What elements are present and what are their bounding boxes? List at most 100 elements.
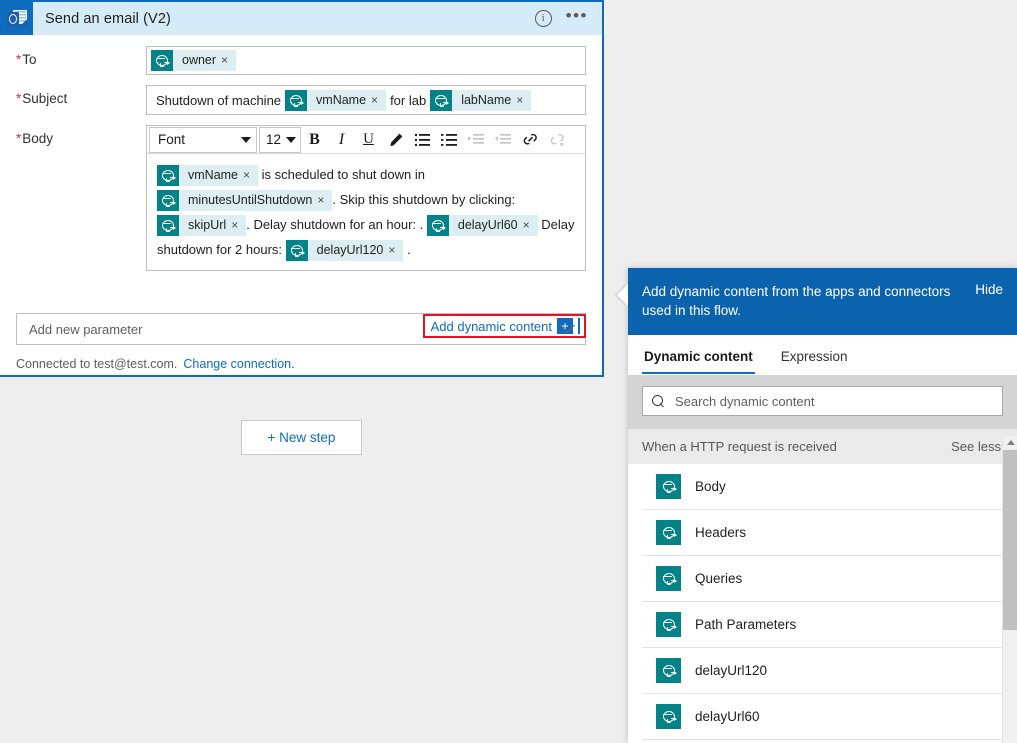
dynamic-content-icon <box>656 658 681 683</box>
search-container: Search dynamic content <box>628 375 1017 429</box>
list-item[interactable]: Headers <box>642 510 1003 556</box>
dynamic-content-panel: Add dynamic content from the apps and co… <box>617 268 1017 743</box>
add-dynamic-content-link[interactable]: Add dynamic content <box>431 319 552 334</box>
numbered-list-icon[interactable] <box>409 127 436 153</box>
subject-text-2: for lab <box>390 93 427 109</box>
token-vmName[interactable]: vmName × <box>285 90 387 112</box>
panel-header: Add dynamic content from the apps and co… <box>628 268 1017 335</box>
required-asterisk: * <box>16 52 22 67</box>
list-item-label: Headers <box>695 525 747 540</box>
subject-label: *Subject <box>16 91 68 106</box>
dynamic-content-list: Body Headers Queries Path Parameters del… <box>628 464 1017 740</box>
list-item[interactable]: Body <box>642 464 1003 510</box>
see-less-toggle[interactable]: See less <box>951 439 1001 454</box>
token-remove-icon[interactable]: × <box>220 50 236 71</box>
body-text-1: is scheduled to shut down in <box>258 167 425 183</box>
dynamic-content-icon <box>656 612 681 637</box>
send-email-action-card: Send an email (V2) i ••• *To owner × *Su… <box>0 0 604 377</box>
search-icon <box>652 394 665 408</box>
field-row-body: *Body Font 12 B I U vmName × is schedule… <box>0 125 602 272</box>
outdent-icon <box>490 127 517 153</box>
dynamic-content-icon <box>656 520 681 545</box>
token-label: delayUrl120 <box>316 243 384 258</box>
token-remove-icon[interactable]: × <box>316 190 332 211</box>
list-item[interactable]: Path Parameters <box>642 602 1003 648</box>
to-input[interactable]: owner × <box>146 46 586 75</box>
new-step-button[interactable]: + New step <box>241 420 362 455</box>
body-label: *Body <box>16 131 54 147</box>
dynamic-content-icon <box>430 90 453 112</box>
dynamic-content-icon <box>426 215 449 237</box>
list-item[interactable]: Queries <box>642 556 1003 602</box>
font-size-select[interactable]: 12 <box>259 126 301 153</box>
dynamic-content-icon <box>656 704 681 729</box>
token-remove-icon[interactable]: × <box>522 215 538 236</box>
link-icon[interactable] <box>517 127 544 153</box>
dynamic-content-icon <box>656 474 681 499</box>
font-family-value: Font <box>158 132 186 148</box>
pen-icon[interactable] <box>382 127 409 153</box>
font-size-value: 12 <box>266 132 282 148</box>
body-text-5: . <box>403 242 411 258</box>
more-options-icon[interactable]: ••• <box>566 7 588 26</box>
dynamic-content-icon <box>285 240 308 262</box>
chevron-down-icon <box>241 136 251 143</box>
italic-button[interactable]: I <box>328 127 355 153</box>
token-remove-icon[interactable]: × <box>230 215 246 236</box>
scrollbar-thumb[interactable] <box>1003 450 1017 630</box>
dynamic-content-icon <box>157 165 179 187</box>
font-family-select[interactable]: Font <box>149 126 257 153</box>
expression-bar-icon[interactable] <box>578 318 580 334</box>
token-label: owner <box>182 53 217 67</box>
token-vmName[interactable]: vmName × <box>157 165 259 187</box>
search-dynamic-content-input[interactable]: Search dynamic content <box>642 386 1003 416</box>
list-item-label: Path Parameters <box>695 617 797 632</box>
tab-expression[interactable]: Expression <box>779 335 850 374</box>
bold-button[interactable]: B <box>301 127 328 153</box>
editor-toolbar: Font 12 B I U <box>147 126 585 155</box>
hide-panel-button[interactable]: Hide <box>975 282 1003 297</box>
token-remove-icon[interactable]: × <box>387 240 403 261</box>
list-item[interactable]: delayUrl120 <box>642 648 1003 694</box>
token-remove-icon[interactable]: × <box>515 90 531 111</box>
token-skipUrl[interactable]: skipUrl × <box>157 215 247 237</box>
token-label: minutesUntilShutdown <box>188 193 313 208</box>
scroll-up-arrow-icon[interactable] <box>1003 436 1017 449</box>
info-icon[interactable]: i <box>534 10 552 27</box>
body-text-2: . Skip this shutdown by clicking: <box>332 192 516 208</box>
action-card-header: Send an email (V2) i ••• <box>0 2 602 35</box>
token-labName[interactable]: labName × <box>430 90 532 112</box>
body-rich-text-editor[interactable]: Font 12 B I U vmName × is scheduled to s… <box>146 125 586 272</box>
change-connection-link[interactable]: Change connection. <box>183 357 294 371</box>
search-placeholder: Search dynamic content <box>675 393 815 409</box>
body-text-3: . Delay shutdown for an hour: . <box>246 217 427 233</box>
dynamic-content-group-header: When a HTTP request is received See less <box>628 429 1017 464</box>
token-minutesUntilShutdown[interactable]: minutesUntilShutdown × <box>157 190 333 212</box>
list-item[interactable]: delayUrl60 <box>642 694 1003 740</box>
action-header-actions: i ••• <box>534 7 602 27</box>
add-new-parameter-label: Add new parameter <box>29 321 143 337</box>
token-delayUrl120[interactable]: delayUrl120 × <box>285 240 404 262</box>
underline-button[interactable]: U <box>355 127 382 153</box>
tab-dynamic-content[interactable]: Dynamic content <box>642 335 755 374</box>
action-title: Send an email (V2) <box>45 10 171 27</box>
to-label: *To <box>16 52 37 67</box>
panel-pointer <box>617 284 628 306</box>
outlook-icon <box>0 2 33 35</box>
unlink-icon <box>544 127 571 153</box>
required-asterisk: * <box>16 91 22 106</box>
subject-input[interactable]: Shutdown of machine vmName × for lab labName… <box>146 85 586 116</box>
body-content[interactable]: vmName × is scheduled to shut down in min… <box>147 154 585 270</box>
token-remove-icon[interactable]: × <box>370 90 386 111</box>
panel-scrollbar[interactable] <box>1002 436 1017 743</box>
bulleted-list-icon[interactable] <box>436 127 463 153</box>
list-item-label: Queries <box>695 571 743 586</box>
field-row-subject: *Subject Shutdown of machine vmName × for l… <box>0 85 602 116</box>
token-owner[interactable]: owner × <box>151 50 237 71</box>
token-label: vmName <box>188 168 239 183</box>
connection-text: Connected to test@test.com. <box>16 357 178 372</box>
token-label: skipUrl <box>188 218 227 233</box>
subject-text-1: Shutdown of machine <box>156 93 282 109</box>
token-remove-icon[interactable]: × <box>242 165 258 186</box>
token-delayUrl60[interactable]: delayUrl60 × <box>426 215 538 237</box>
